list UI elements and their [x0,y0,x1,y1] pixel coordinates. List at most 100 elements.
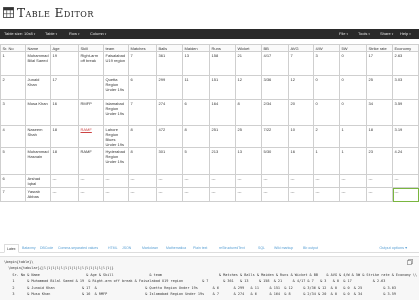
table-cell[interactable]: 21 [236,52,262,76]
table-cell[interactable]: 8 [129,148,157,175]
tab-markdown[interactable]: Markdown [142,244,158,253]
output-options-button[interactable]: Output options ▾ [379,244,407,253]
table-cell[interactable]: --- [51,188,79,202]
table-cell[interactable]: 5 [0,148,26,175]
table-cell[interactable]: --- [262,188,289,202]
table-cell[interactable]: --- [314,175,340,188]
table-cell[interactable]: Yasrab Abbas [26,188,51,202]
table-cell[interactable]: 3 [314,52,340,76]
table-cell[interactable]: --- [183,188,210,202]
tools-menu[interactable]: Tools▾ [358,29,370,39]
table-cell[interactable]: 158 [210,52,236,76]
table-cell[interactable]: 16 [51,100,79,126]
table-cell[interactable]: --- [393,175,419,188]
share-menu[interactable]: Share▾ [380,29,393,39]
table-cell[interactable]: 213 [210,148,236,175]
table-cell[interactable]: 8 [129,126,157,148]
table-cell[interactable]: 25 [367,76,393,100]
table-cell[interactable]: Hyderabad Region Under 19s [104,148,129,175]
column-header-cell[interactable]: Wicket [236,44,262,52]
column-header-cell[interactable]: Balls [157,44,183,52]
table-cell[interactable] [79,76,104,100]
table-cell[interactable]: Muhammad Bilal Saeed [26,52,51,76]
table-cell[interactable]: 2 [314,126,340,148]
tab-bataxmy[interactable]: Bataxmy [22,244,36,253]
table-cell[interactable]: --- [51,175,79,188]
column-header-cell[interactable]: Strike rate [367,44,393,52]
column-header-cell[interactable]: 5W [340,44,367,52]
table-cell[interactable]: 17 [367,52,393,76]
table-cell[interactable]: 18 [51,126,79,148]
table-cell[interactable]: 274 [157,100,183,126]
table-cell[interactable]: Muhammad Hasnain [26,148,51,175]
table-cell[interactable]: 5/30 [262,148,289,175]
table-cell[interactable]: 3 [0,100,26,126]
table-cell[interactable]: 0 [340,76,367,100]
table-cell[interactable]: 20 [289,100,314,126]
table-cell[interactable]: 1 [314,148,340,175]
table-cell[interactable]: 3.03 [393,76,419,100]
table-cell[interactable]: --- [79,175,104,188]
row-menu[interactable]: Row▾ [69,29,80,39]
table-cell[interactable]: --- [157,175,183,188]
table-cell[interactable]: --- [367,188,393,202]
help-menu[interactable]: Help▾ [400,29,411,39]
table-cell[interactable]: 12 [236,76,262,100]
table-cell[interactable]: 299 [157,76,183,100]
table-cell[interactable]: 2.63 [393,52,419,76]
table-cell[interactable]: --- [393,188,419,202]
column-header-cell[interactable]: Name [26,44,51,52]
table-cell[interactable]: 7/22 [262,126,289,148]
table-cell[interactable]: Arshad Iqbal [26,175,51,188]
table-cell[interactable]: 7 [0,188,26,202]
tab-wiki-markup[interactable]: Wiki markup [274,244,293,253]
table-cell[interactable]: Quetta Region Under 19s [104,76,129,100]
tab-html[interactable]: HTML [108,244,118,253]
table-cell[interactable]: 6 [129,76,157,100]
table-cell[interactable]: 3/36 [262,76,289,100]
column-menu[interactable]: Column▾ [90,29,106,39]
table-cell[interactable]: 25 [236,126,262,148]
table-cell[interactable]: RAMF [79,126,104,148]
table-cell[interactable]: 361 [157,52,183,76]
table-cell[interactable]: 8 [236,100,262,126]
table-cell[interactable]: --- [183,175,210,188]
table-cell[interactable]: 13 [236,148,262,175]
table-cell[interactable]: 472 [157,126,183,148]
output-code[interactable]: \begin{table}\ \begin{tabular}{|l|l|l|l|… [0,256,419,300]
table-cell[interactable]: 18 [51,148,79,175]
table-cell[interactable]: Lahore Region Blues Under 19s [104,126,129,148]
table-cell[interactable]: Junaid Khan [26,76,51,100]
tab-comma-separated-values[interactable]: Comma-separated values [58,244,98,253]
table-cell[interactable]: --- [262,175,289,188]
table-cell[interactable]: 8 [183,126,210,148]
table-cell[interactable]: --- [157,188,183,202]
table-cell[interactable]: 2/34 [262,100,289,126]
table-cell[interactable]: 7 [129,52,157,76]
table-cell[interactable]: --- [340,175,367,188]
table-cell[interactable]: 7 [289,52,314,76]
table-cell[interactable]: 10 [289,126,314,148]
table-cell[interactable]: --- [314,188,340,202]
tab-restructuredtext[interactable]: reStructuredText [219,244,245,253]
table-cell[interactable]: Faisalabad U19 region [104,52,129,76]
table-cell[interactable]: 0 [314,100,340,126]
table-cell[interactable]: 11 [183,76,210,100]
column-header-cell[interactable]: Age [51,44,79,52]
table-cell[interactable]: 4/17 [262,52,289,76]
table-cell[interactable]: 19 [51,52,79,76]
file-menu[interactable]: File▾ [339,29,348,39]
table-cell[interactable]: 1 [0,52,26,76]
table-cell[interactable]: 151 [210,76,236,100]
table-cell[interactable]: 23 [367,148,393,175]
table-cell[interactable]: 5 [183,148,210,175]
table-cell[interactable]: --- [210,175,236,188]
column-header-cell[interactable]: team [104,44,129,52]
table-cell[interactable]: --- [289,188,314,202]
column-header-cell[interactable]: BB [262,44,289,52]
table-cell[interactable]: 251 [210,126,236,148]
table-cell[interactable]: 0 [340,100,367,126]
tab-json[interactable]: JSON [122,244,131,253]
table-cell[interactable]: --- [129,175,157,188]
table-cell[interactable]: 1 [340,148,367,175]
